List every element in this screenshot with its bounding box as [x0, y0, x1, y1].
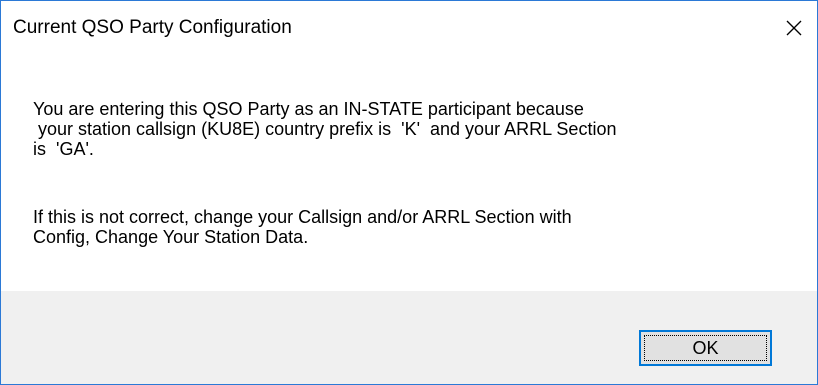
ok-button[interactable]: OK	[639, 330, 772, 366]
message-line: If this is not correct, change your Call…	[33, 207, 572, 227]
ok-button-label: OK	[692, 337, 719, 358]
button-bar: OK	[1, 291, 817, 384]
message-area: You are entering this QSO Party as an IN…	[1, 59, 817, 291]
message-paragraph-2: If this is not correct, change your Call…	[33, 207, 572, 247]
message-line: You are entering this QSO Party as an IN…	[33, 99, 584, 119]
message-line: is 'GA'.	[33, 139, 94, 159]
message-line: Config, Change Your Station Data.	[33, 227, 309, 247]
close-button[interactable]	[771, 1, 817, 55]
message-line: your station callsign (KU8E) country pre…	[33, 119, 617, 139]
dialog-window: Current QSO Party Configuration You are …	[0, 0, 818, 385]
window-title: Current QSO Party Configuration	[13, 17, 292, 38]
close-icon	[786, 20, 802, 36]
title-bar[interactable]: Current QSO Party Configuration	[1, 1, 817, 59]
message-paragraph-1: You are entering this QSO Party as an IN…	[33, 99, 616, 159]
